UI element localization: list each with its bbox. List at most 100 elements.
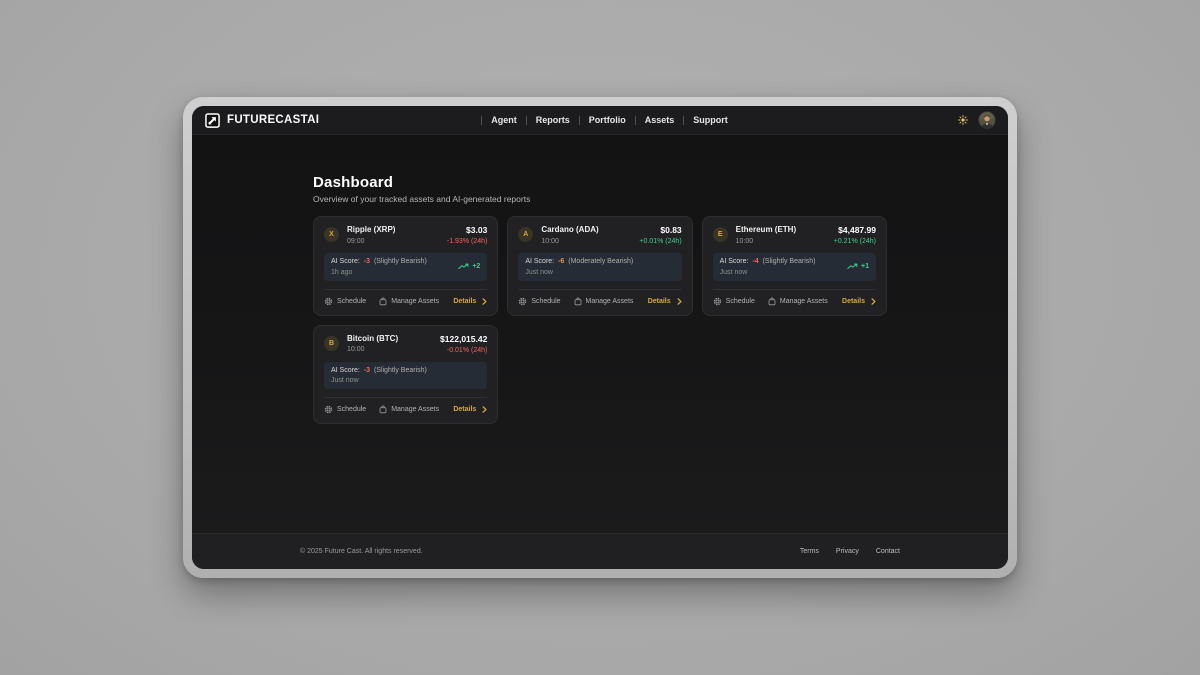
asset-card: X Ripple (XRP) 09:00 $3.03 -1.93% (24h) (313, 216, 498, 315)
asset-initial-icon: B (324, 336, 339, 351)
asset-price: $4,487.99 (834, 226, 876, 235)
nav-item[interactable]: Portfolio (570, 115, 626, 125)
asset-card-grid: X Ripple (XRP) 09:00 $3.03 -1.93% (24h) (313, 216, 887, 424)
asset-name: Ethereum (ETH) (736, 226, 796, 235)
nav-item[interactable]: Assets (626, 115, 675, 125)
card-actions: Schedule Manage Assets (713, 290, 876, 306)
details-button[interactable]: Details (842, 298, 876, 305)
card-actions: Schedule Manage Assets (324, 398, 487, 414)
asset-card-header: B Bitcoin (BTC) 10:00 $122,015.42 -0.01%… (324, 335, 487, 354)
asset-time: 10:00 (541, 238, 598, 245)
ai-score-updated: Just now (720, 269, 816, 276)
manage-assets-button[interactable]: Manage Assets (379, 297, 439, 306)
footer-link[interactable]: Terms (800, 548, 819, 555)
gear-icon (324, 405, 333, 414)
ai-score-label: AI Score: (331, 258, 360, 265)
footer-links: Terms Privacy Contact (800, 548, 900, 555)
page-title: Dashboard (313, 175, 887, 190)
ai-score-updated: Just now (525, 269, 633, 276)
gear-icon (324, 297, 333, 306)
details-button[interactable]: Details (648, 298, 682, 305)
asset-change: +0.01% (24h) (639, 238, 681, 245)
ai-score-value: -4 (752, 258, 758, 265)
card-actions: Schedule Manage Assets (324, 290, 487, 306)
user-avatar[interactable] (979, 112, 995, 128)
app-window-frame: FUTURECASTAI Agent Reports Portfolio Ass… (183, 97, 1017, 578)
ai-score-value: -3 (364, 258, 370, 265)
asset-price: $3.03 (447, 226, 487, 235)
asset-card: E Ethereum (ETH) 10:00 $4,487.99 +0.21% … (702, 216, 887, 315)
page-subtitle: Overview of your tracked assets and AI-g… (313, 195, 887, 204)
asset-name: Bitcoin (BTC) (347, 335, 398, 344)
page-footer: © 2025 Future Cast. All rights reserved.… (192, 533, 1008, 569)
briefcase-icon (379, 297, 387, 306)
footer-link[interactable]: Contact (876, 548, 900, 555)
briefcase-icon (768, 297, 776, 306)
ai-score-value: -6 (558, 258, 564, 265)
nav-item[interactable]: Reports (517, 115, 570, 125)
briefcase-icon (574, 297, 582, 306)
schedule-button[interactable]: Schedule (713, 297, 755, 306)
asset-initial-icon: A (518, 227, 533, 242)
trend-value: +1 (861, 263, 869, 270)
ai-score-label: AI Score: (720, 258, 749, 265)
trend-up-icon (847, 263, 858, 270)
asset-time: 09:00 (347, 238, 395, 245)
asset-time: 10:00 (347, 346, 398, 353)
footer-link[interactable]: Privacy (836, 548, 859, 555)
ai-sentiment: (Slightly Bearish) (763, 258, 816, 265)
ai-score-label: AI Score: (525, 258, 554, 265)
asset-card: B Bitcoin (BTC) 10:00 $122,015.42 -0.01%… (313, 325, 498, 424)
trend-badge: +2 (458, 263, 480, 270)
chevron-right-icon (677, 298, 682, 305)
trend-value: +2 (472, 263, 480, 270)
asset-price: $0.83 (639, 226, 681, 235)
briefcase-icon (379, 405, 387, 414)
manage-assets-button[interactable]: Manage Assets (574, 297, 634, 306)
copyright-text: © 2025 Future Cast. All rights reserved. (300, 548, 423, 555)
card-actions: Schedule Manage Assets (518, 290, 681, 306)
manage-assets-button[interactable]: Manage Assets (379, 405, 439, 414)
brand-logo-icon (205, 113, 220, 128)
ai-score-label: AI Score: (331, 367, 360, 374)
dashboard-main: Dashboard Overview of your tracked asset… (192, 135, 1008, 533)
asset-card-header: E Ethereum (ETH) 10:00 $4,487.99 +0.21% … (713, 226, 876, 245)
theme-toggle-sun-icon[interactable] (957, 114, 969, 126)
asset-time: 10:00 (736, 238, 796, 245)
asset-initial-icon: E (713, 227, 728, 242)
ai-score-row: AI Score: -6 (Moderately Bearish) Just n… (518, 253, 681, 281)
asset-name: Cardano (ADA) (541, 226, 598, 235)
ai-sentiment: (Slightly Bearish) (374, 367, 427, 374)
chevron-right-icon (482, 298, 487, 305)
main-nav: Agent Reports Portfolio Assets Support (472, 115, 728, 125)
manage-assets-button[interactable]: Manage Assets (768, 297, 828, 306)
app-window: FUTURECASTAI Agent Reports Portfolio Ass… (192, 106, 1008, 569)
nav-item[interactable]: Agent (472, 115, 517, 125)
ai-score-updated: Just now (331, 377, 427, 384)
schedule-button[interactable]: Schedule (324, 297, 366, 306)
nav-item[interactable]: Support (674, 115, 728, 125)
ai-sentiment: (Moderately Bearish) (568, 258, 633, 265)
asset-change: -0.01% (24h) (440, 347, 487, 354)
asset-card: A Cardano (ADA) 10:00 $0.83 +0.01% (24h) (507, 216, 692, 315)
ai-score-updated: 1h ago (331, 269, 427, 276)
trend-badge: +1 (847, 263, 869, 270)
chevron-right-icon (871, 298, 876, 305)
schedule-button[interactable]: Schedule (324, 405, 366, 414)
asset-card-header: A Cardano (ADA) 10:00 $0.83 +0.01% (24h) (518, 226, 681, 245)
details-button[interactable]: Details (453, 298, 487, 305)
trend-up-icon (458, 263, 469, 270)
top-nav-bar: FUTURECASTAI Agent Reports Portfolio Ass… (192, 106, 1008, 135)
brand: FUTURECASTAI (205, 113, 472, 128)
chevron-right-icon (482, 406, 487, 413)
ai-score-row: AI Score: -4 (Slightly Bearish) Just now (713, 253, 876, 281)
schedule-button[interactable]: Schedule (518, 297, 560, 306)
asset-initial-icon: X (324, 227, 339, 242)
header-actions (728, 112, 995, 128)
asset-change: +0.21% (24h) (834, 238, 876, 245)
ai-score-value: -3 (364, 367, 370, 374)
asset-name: Ripple (XRP) (347, 226, 395, 235)
details-button[interactable]: Details (453, 406, 487, 413)
ai-score-row: AI Score: -3 (Slightly Bearish) 1h ago (324, 253, 487, 281)
gear-icon (518, 297, 527, 306)
